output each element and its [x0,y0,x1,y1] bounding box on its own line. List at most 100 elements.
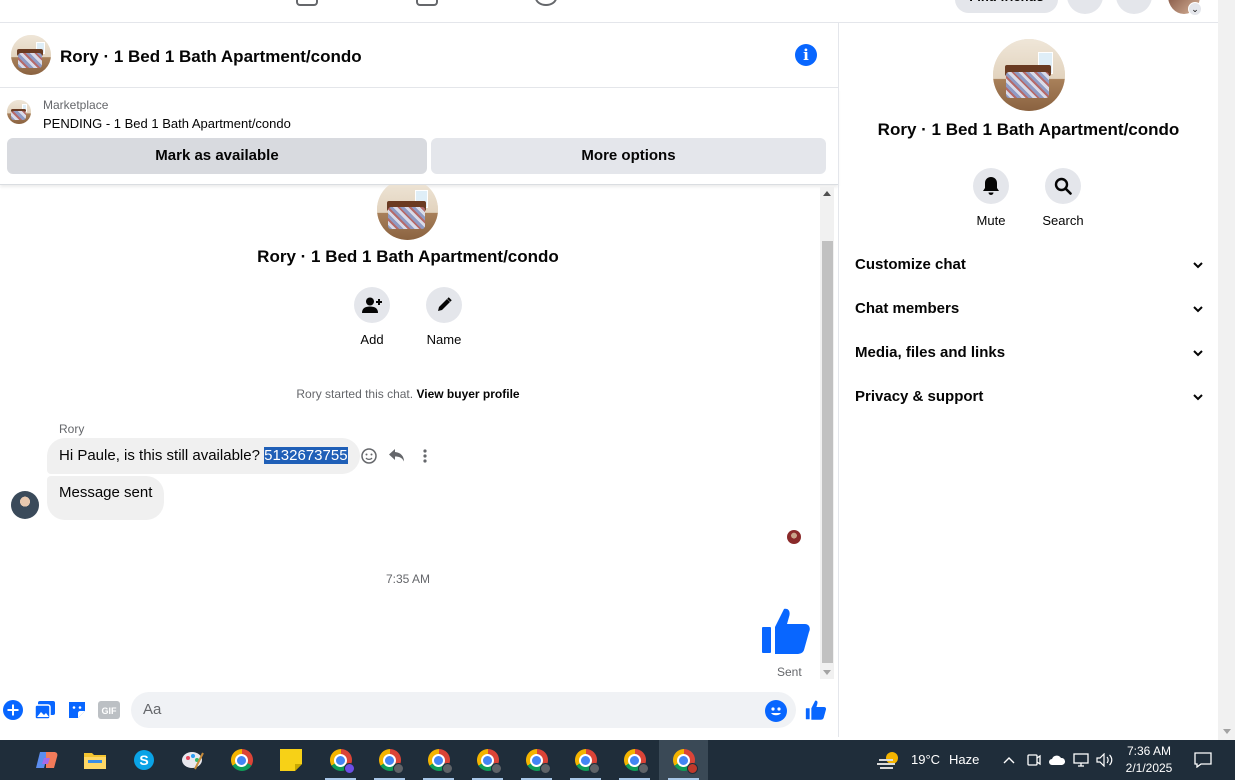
message-input[interactable]: Aa [131,692,796,728]
weather-icon[interactable] [866,740,912,780]
scroll-thumb[interactable] [822,241,833,663]
onedrive-cloud-icon[interactable] [1046,740,1068,780]
chevron-down-icon [1193,262,1203,269]
section-label: Privacy & support [855,388,984,405]
selected-phone-number[interactable]: 5132673755 [264,447,348,464]
pencil-icon[interactable] [426,287,462,323]
top-nav-bar: Find friends ⌄ [0,0,1218,23]
system-clock[interactable]: 7:36 AM 2/1/2025 [1118,743,1180,777]
chrome-profile-l-icon[interactable] [316,740,365,780]
name-label: Name [426,332,462,347]
chat-started-note: Rory started this chat. View buyer profi… [0,387,816,401]
scroll-down-arrow-icon[interactable] [823,670,831,675]
thread-scrollbar[interactable] [820,187,834,679]
windows-taskbar: S 19°C Haze 7:36 AM 2/1/2025 [0,740,1235,780]
gif-text: GIF [102,706,118,716]
skype-icon[interactable]: S [119,740,168,780]
mark-as-available-button[interactable]: Mark as available [7,138,427,174]
listing-status[interactable]: PENDING - 1 Bed 1 Bath Apartment/condo [43,116,291,131]
chrome-icon[interactable] [217,740,266,780]
sent-status: Sent [777,665,802,679]
timestamp-separator: 7:35 AM [385,572,431,586]
page-scrollbar[interactable] [1218,0,1235,740]
add-people-action[interactable]: Add [342,287,402,347]
chrome-profile-icon[interactable] [610,740,659,780]
name-chat-action[interactable]: Name [414,287,474,347]
plus-circle-icon[interactable] [2,699,24,721]
sticker-icon[interactable] [66,699,88,721]
incoming-message[interactable]: Message sent [47,476,165,520]
chrome-profile-icon[interactable] [414,740,463,780]
volume-icon[interactable] [1094,740,1116,780]
clock-time: 7:36 AM [1126,744,1172,758]
add-person-icon[interactable] [354,287,390,323]
weather-temperature[interactable]: 19°C [911,752,940,767]
chevron-down-icon [1193,394,1203,401]
section-label: Media, files and links [855,344,1006,361]
marketplace-listing-bar: Marketplace PENDING - 1 Bed 1 Bath Apart… [0,88,838,185]
gif-icon[interactable]: GIF [97,699,121,721]
thread-listing-photo [377,185,438,240]
meet-now-icon[interactable] [1023,740,1045,780]
menu-grid-button[interactable] [1067,0,1103,14]
chrome-profile-icon[interactable] [365,740,414,780]
marketplace-label: Marketplace [43,98,109,112]
incoming-message[interactable]: Hi Paule, is this still available? 51326… [47,438,360,474]
chevron-down-icon [1193,306,1203,313]
account-chevron-down-icon[interactable]: ⌄ [1188,2,1202,16]
mute-action[interactable]: Mute [961,168,1021,228]
sent-like-icon[interactable] [760,605,812,657]
search-label: Search [1042,213,1084,228]
photo-gallery-icon[interactable] [34,699,56,721]
page-scroll-down-icon[interactable] [1223,729,1231,734]
chat-members-section[interactable]: Chat members [855,294,1207,324]
scroll-up-arrow-icon[interactable] [823,191,831,196]
chevron-up-icon[interactable] [998,740,1020,780]
sticky-notes-icon[interactable] [266,740,315,780]
panel-listing-photo[interactable] [993,39,1065,111]
reply-icon[interactable] [387,446,407,466]
file-explorer-icon[interactable] [70,740,119,780]
bell-icon[interactable] [973,168,1009,204]
network-icon[interactable] [1070,740,1092,780]
privacy-support-section[interactable]: Privacy & support [855,382,1207,412]
chrome-profile-active-icon[interactable] [659,740,708,780]
media-files-links-section[interactable]: Media, files and links [855,338,1207,368]
customize-chat-section[interactable]: Customize chat [855,250,1207,280]
view-buyer-profile-link[interactable]: View buyer profile [416,387,519,401]
find-friends-button[interactable]: Find friends [955,0,1058,13]
paint-icon[interactable] [168,740,217,780]
message-thread[interactable]: Rory · 1 Bed 1 Bath Apartment/condo Add … [0,185,820,680]
more-options-button[interactable]: More options [431,138,826,174]
chrome-profile-icon[interactable] [512,740,561,780]
marketplace-nav-icon[interactable] [296,0,318,6]
search-action[interactable]: Search [1033,168,1093,228]
listing-thumbnail[interactable] [7,100,31,124]
notifications-icon[interactable] [1190,740,1216,780]
chat-title[interactable]: Rory · 1 Bed 1 Bath Apartment/condo [60,47,362,67]
message-composer: GIF Aa [0,686,838,736]
react-smiley-icon[interactable] [359,446,379,466]
more-vertical-icon[interactable] [415,446,435,466]
chrome-profile-icon[interactable] [463,740,512,780]
messenger-button[interactable] [1116,0,1152,14]
copilot-icon[interactable] [22,740,71,780]
listing-photo[interactable] [11,35,51,75]
search-icon[interactable] [1045,168,1081,204]
like-send-icon[interactable] [805,699,827,721]
chat-details-panel: Rory · 1 Bed 1 Bath Apartment/condo Mute… [839,23,1218,737]
chevron-down-icon [1193,350,1203,357]
panel-title: Rory · 1 Bed 1 Bath Apartment/condo [877,120,1180,139]
messenger-window: Find friends ⌄ Rory · 1 Bed 1 Bath Apart… [0,0,1235,780]
sender-avatar[interactable] [11,491,39,519]
groups-nav-icon[interactable] [416,0,438,6]
thread-title: Rory · 1 Bed 1 Bath Apartment/condo [257,247,559,266]
weather-condition[interactable]: Haze [949,752,979,767]
sender-name: Rory [59,422,85,436]
svg-text:S: S [139,752,148,768]
info-icon[interactable]: i [795,44,817,66]
chrome-profile-icon[interactable] [561,740,610,780]
emoji-icon[interactable] [765,700,787,722]
section-label: Chat members [855,300,960,317]
profile-nav-icon[interactable] [535,0,557,6]
